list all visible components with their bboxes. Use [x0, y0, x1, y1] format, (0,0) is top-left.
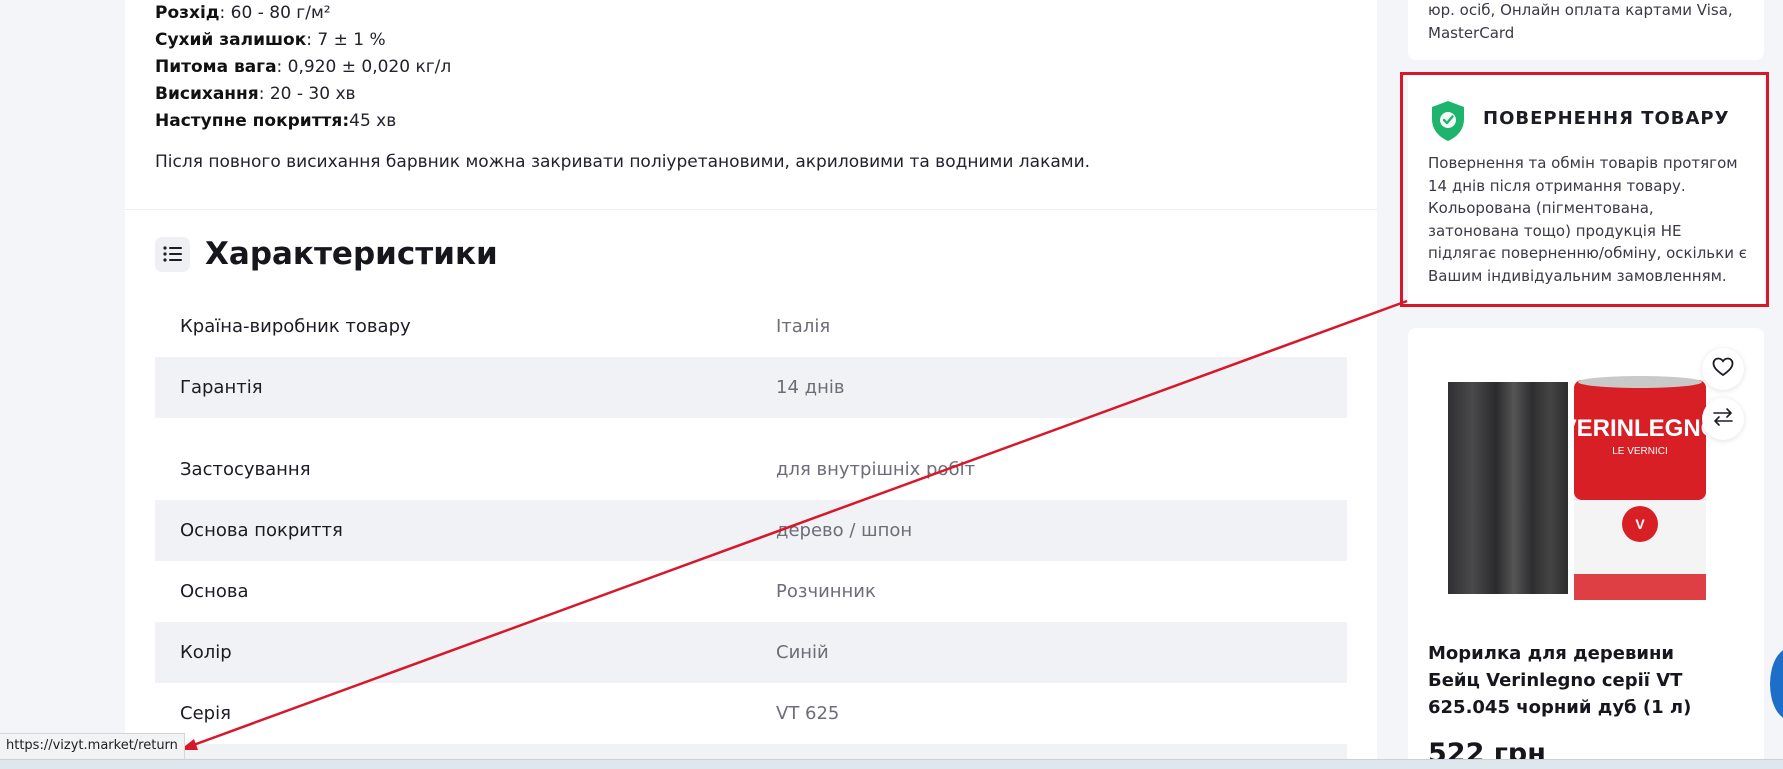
row-key: Застосування — [180, 459, 311, 480]
row-key: Серія — [180, 703, 231, 724]
table-row: Країна-виробник товару Італія — [155, 296, 1347, 357]
status-bar-url: https://vizyt.market/return — [0, 733, 185, 759]
payment-info-card: юр. осіб, Онлайн оплата картами Visa, Ma… — [1408, 0, 1764, 60]
add-to-favorites-button[interactable] — [1702, 348, 1744, 390]
row-value: Італія — [776, 316, 831, 337]
product-description-panel: Розхід: 60 - 80 г/м² Сухий залишок: 7 ± … — [125, 0, 1377, 769]
product-image-can[interactable]: VERINLEGNO LE VERNICI V — [1561, 374, 1719, 604]
spec-line: Сухий залишок: 7 ± 1 % — [155, 30, 386, 50]
row-value: 14 днів — [776, 377, 845, 398]
table-row: Застосування для внутрішніх робіт — [155, 439, 1347, 500]
table-row: Серія VT 625 — [155, 683, 1347, 744]
table-row: Колір Синій — [155, 622, 1347, 683]
product-card[interactable]: VERINLEGNO LE VERNICI V Морилка для дере… — [1408, 328, 1764, 769]
compare-button[interactable] — [1702, 398, 1744, 440]
row-value: дерево / шпон — [776, 520, 913, 541]
payment-text: юр. осіб, Онлайн оплата картами Visa, Ma… — [1428, 1, 1733, 42]
table-row: Основа Розчинник — [155, 561, 1347, 622]
chat-widget-button[interactable] — [1770, 648, 1783, 720]
product-name-link[interactable]: Морилка для деревини Бейц Verinlegno сер… — [1428, 640, 1728, 721]
heart-icon — [1712, 357, 1734, 381]
annotation-highlight-box — [1400, 72, 1769, 307]
section-divider — [125, 209, 1377, 210]
svg-text:V: V — [1635, 516, 1645, 532]
row-key: Країна-виробник товару — [180, 316, 411, 337]
row-value: VT 625 — [776, 703, 840, 724]
spec-line: Питома вага: 0,920 ± 0,020 кг/л — [155, 57, 452, 77]
list-icon — [155, 236, 190, 272]
spec-lines: Розхід: 60 - 80 г/м² Сухий залишок: 7 ± … — [155, 0, 451, 135]
row-value: Синій — [776, 642, 829, 663]
characteristics-table: Країна-виробник товару Італія Гарантія 14 … — [155, 296, 1347, 769]
characteristics-title: Характеристики — [205, 236, 498, 272]
coating-note: Після повного висихання барвник можна за… — [155, 152, 1091, 172]
can-brand-text: VERINLEGNO — [1572, 415, 1708, 442]
product-image-wood-sample[interactable] — [1448, 382, 1568, 594]
table-row: Гарантія 14 днів — [155, 357, 1347, 418]
spec-line: Розхід: 60 - 80 г/м² — [155, 3, 331, 23]
row-value: для внутрішніх робіт — [776, 459, 976, 480]
row-key: Основа — [180, 581, 249, 602]
spec-line: Наступне покриття:45 хв — [155, 111, 397, 131]
row-value: Розчинник — [776, 581, 876, 602]
taskbar — [0, 759, 1783, 769]
spec-line: Висихання: 20 - 30 хв — [155, 84, 356, 104]
compare-arrows-icon — [1712, 407, 1734, 431]
row-key: Гарантія — [180, 377, 263, 398]
row-key: Основа покриття — [180, 520, 343, 541]
table-row: Основа покриття дерево / шпон — [155, 500, 1347, 561]
row-key: Колір — [180, 642, 232, 663]
can-sub-text: LE VERNICI — [1612, 446, 1668, 457]
characteristics-header: Характеристики — [155, 236, 498, 272]
